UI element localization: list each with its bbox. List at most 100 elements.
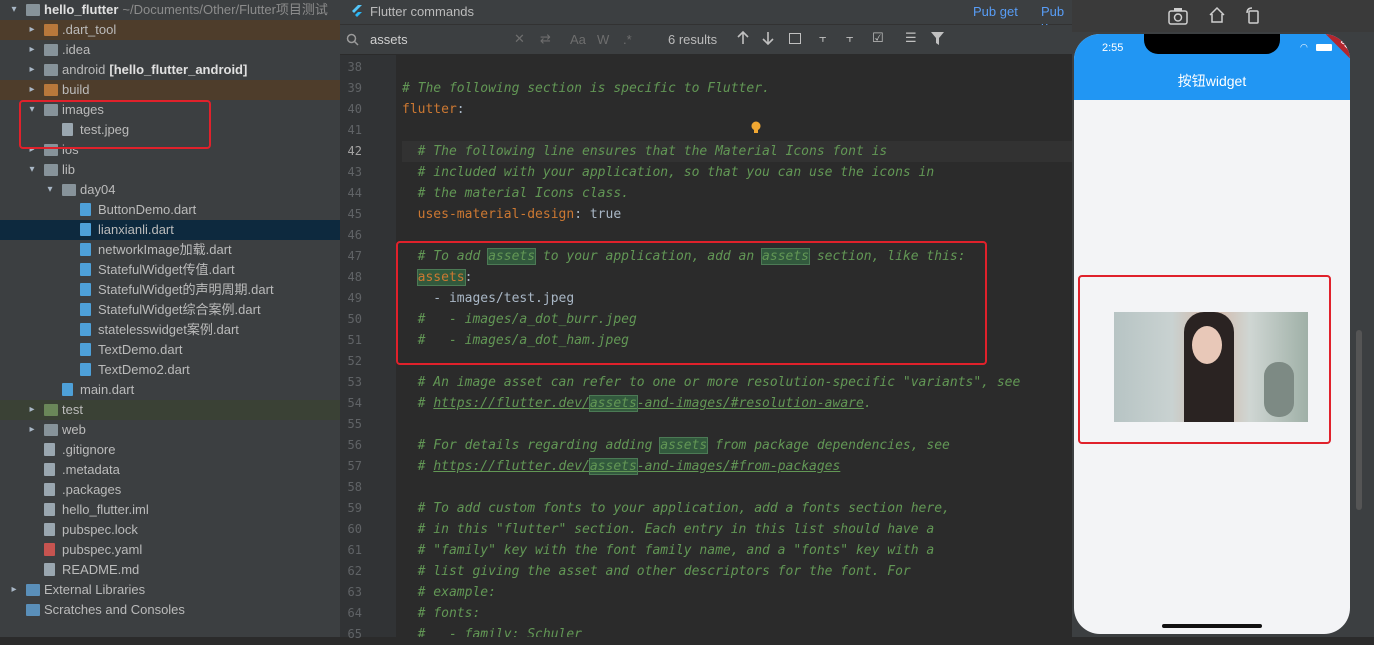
chevron-down-icon[interactable]: ▾ xyxy=(8,0,20,20)
remove-occurrence-icon[interactable]: ⫟ xyxy=(846,30,854,46)
code-line[interactable]: # example: xyxy=(402,582,1072,603)
code-token: # list giving the asset and other descri… xyxy=(402,564,911,579)
tree-item[interactable]: networkImage加载.dart xyxy=(0,240,340,260)
tree-item[interactable]: ▸ test xyxy=(0,400,340,420)
prev-occurrence-icon[interactable] xyxy=(736,30,750,49)
code-line[interactable]: # list giving the asset and other descri… xyxy=(402,561,1072,582)
chevron-down-icon[interactable]: ▾ xyxy=(26,160,38,180)
notch xyxy=(1144,34,1280,54)
pub-get-link[interactable]: Pub get xyxy=(973,4,1018,19)
tree-item-label: networkImage加载.dart xyxy=(98,240,232,260)
bulb-icon[interactable] xyxy=(751,121,761,139)
tree-item[interactable]: TextDemo2.dart xyxy=(0,360,340,380)
chevron-right-icon[interactable]: ▸ xyxy=(26,400,38,420)
tree-item[interactable]: ▸ .dart_tool xyxy=(0,20,340,40)
home-icon[interactable] xyxy=(1208,6,1226,29)
tree-item[interactable]: ▸ web xyxy=(0,420,340,440)
tree-item[interactable]: lianxianli.dart xyxy=(0,220,340,240)
add-occurrence-icon[interactable]: ⫟ xyxy=(819,30,827,46)
tree-item[interactable]: .gitignore xyxy=(0,440,340,460)
next-occurrence-icon[interactable] xyxy=(761,30,775,49)
code-line[interactable]: # - family: Schuler xyxy=(402,624,1072,637)
tree-item-name: ButtonDemo.dart xyxy=(98,202,197,217)
code-line[interactable]: # https://flutter.dev/assets-and-images/… xyxy=(402,456,1072,477)
clear-icon[interactable]: ✕ xyxy=(514,31,525,47)
tree-item[interactable]: ButtonDemo.dart xyxy=(0,200,340,220)
rotate-icon[interactable] xyxy=(1244,6,1262,29)
code-line[interactable]: # The following line ensures that the Ma… xyxy=(402,141,1072,162)
code-line[interactable]: # "family" key with the font family name… xyxy=(402,540,1072,561)
screenshot-icon[interactable] xyxy=(1168,7,1188,30)
code-token: : true xyxy=(574,207,622,222)
code-line[interactable]: # For details regarding adding assets fr… xyxy=(402,435,1072,456)
tree-item[interactable]: ▾ day04 xyxy=(0,180,340,200)
tree-item[interactable]: .packages xyxy=(0,480,340,500)
code-line[interactable]: uses-material-design: true xyxy=(402,204,1072,225)
multiline-icon[interactable]: ☰ xyxy=(905,30,917,46)
tree-item-name: .dart_tool xyxy=(62,22,117,37)
code-token: https://flutter.dev/ xyxy=(433,396,590,411)
code-line[interactable] xyxy=(402,57,1072,78)
select-occurrences-icon[interactable]: ☑ xyxy=(872,30,884,46)
code-line[interactable]: # the material Icons class. xyxy=(402,183,1072,204)
code-line[interactable] xyxy=(402,414,1072,435)
filter-icon[interactable] xyxy=(931,32,944,48)
code-line[interactable]: # An image asset can refer to one or mor… xyxy=(402,372,1072,393)
match-case-toggle[interactable]: Aa xyxy=(570,32,586,47)
tree-item[interactable]: StatefulWidget的声明周期.dart xyxy=(0,280,340,300)
chevron-right-icon[interactable]: ▸ xyxy=(26,40,38,60)
search-input[interactable]: assets xyxy=(370,32,408,47)
chevron-down-icon[interactable]: ▾ xyxy=(44,180,56,200)
dart-file-icon xyxy=(80,263,91,276)
line-number: 64 xyxy=(347,606,362,620)
tree-item[interactable]: ▸ External Libraries xyxy=(0,580,340,600)
code-line[interactable]: flutter: xyxy=(402,99,1072,120)
code-line[interactable]: # fonts: xyxy=(402,603,1072,624)
replace-icon[interactable]: ⇄ xyxy=(540,31,551,47)
chevron-right-icon[interactable]: ▸ xyxy=(26,420,38,440)
code-line[interactable]: # https://flutter.dev/assets-and-images/… xyxy=(402,393,1072,414)
tree-item-label: pubspec.yaml xyxy=(62,540,142,560)
code-line[interactable]: # included with your application, so tha… xyxy=(402,162,1072,183)
tree-item[interactable]: pubspec.lock xyxy=(0,520,340,540)
dart-file-icon xyxy=(80,363,91,376)
line-number: 65 xyxy=(347,627,362,641)
tree-item[interactable]: main.dart xyxy=(0,380,340,400)
chevron-right-icon[interactable]: ▸ xyxy=(26,20,38,40)
tree-item[interactable]: StatefulWidget传值.dart xyxy=(0,260,340,280)
tree-item[interactable]: README.md xyxy=(0,560,340,580)
words-toggle[interactable]: W xyxy=(597,32,609,47)
tree-item[interactable]: ▸ build xyxy=(0,80,340,100)
code-line[interactable] xyxy=(402,120,1072,141)
simulator-scrollbar[interactable] xyxy=(1356,330,1362,510)
code-line[interactable]: # in this "flutter" section. Each entry … xyxy=(402,519,1072,540)
line-number: 45 xyxy=(347,207,362,221)
file-icon xyxy=(44,503,55,516)
code-line[interactable]: # The following section is specific to F… xyxy=(402,78,1072,99)
tree-item-name: build xyxy=(62,82,90,97)
tree-item[interactable]: ▸ android [hello_flutter_android] xyxy=(0,60,340,80)
tree-item-name: TextDemo2.dart xyxy=(98,362,190,377)
tree-item[interactable]: .metadata xyxy=(0,460,340,480)
chevron-right-icon[interactable]: ▸ xyxy=(8,580,20,600)
chevron-right-icon[interactable]: ▸ xyxy=(26,80,38,100)
code-line[interactable] xyxy=(402,477,1072,498)
tree-item[interactable]: StatefulWidget综合案例.dart xyxy=(0,300,340,320)
tree-item[interactable]: ▸ .idea xyxy=(0,40,340,60)
tree-item[interactable]: pubspec.yaml xyxy=(0,540,340,560)
tree-item[interactable]: ▾ lib xyxy=(0,160,340,180)
regex-toggle[interactable]: .* xyxy=(623,32,632,47)
line-number: 61 xyxy=(347,543,362,557)
scratches-icon xyxy=(26,604,40,616)
chevron-right-icon[interactable]: ▸ xyxy=(26,60,38,80)
highlight-box-image xyxy=(1078,275,1331,444)
tree-item[interactable]: hello_flutter.iml xyxy=(0,500,340,520)
file-icon xyxy=(44,463,55,476)
tree-item[interactable]: ▾ hello_flutter ~/Documents/Other/Flutter项… xyxy=(0,0,340,20)
line-number: 50 xyxy=(347,312,362,326)
code-line[interactable]: # To add custom fonts to your applicatio… xyxy=(402,498,1072,519)
tree-item[interactable]: Scratches and Consoles xyxy=(0,600,340,620)
tree-item[interactable]: statelesswidget案例.dart xyxy=(0,320,340,340)
tree-item[interactable]: TextDemo.dart xyxy=(0,340,340,360)
select-all-icon[interactable] xyxy=(789,33,801,44)
